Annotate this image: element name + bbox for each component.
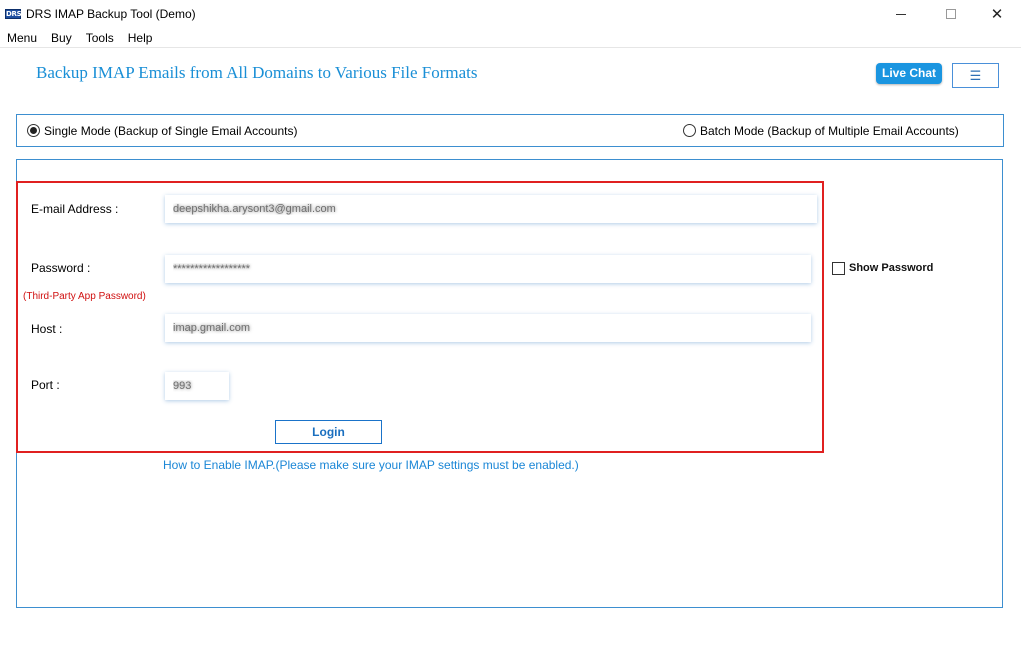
port-label: Port : — [31, 378, 60, 392]
menu-bar: Menu Buy Tools Help — [0, 29, 1021, 47]
app-password-note: (Third-Party App Password) — [23, 291, 146, 302]
menu-item-buy[interactable]: Buy — [44, 29, 79, 47]
batch-mode-label[interactable]: Batch Mode (Backup of Multiple Email Acc… — [700, 124, 959, 138]
port-field[interactable] — [165, 372, 229, 400]
hamburger-menu-button[interactable]: ☰ — [952, 63, 999, 88]
single-mode-radio[interactable] — [27, 124, 40, 137]
maximize-icon — [946, 9, 956, 19]
batch-mode-radio[interactable] — [683, 124, 696, 137]
app-logo-icon: DRS — [5, 9, 22, 19]
email-label: E-mail Address : — [31, 202, 119, 216]
password-field[interactable] — [165, 255, 811, 283]
menu-item-help[interactable]: Help — [121, 29, 160, 47]
show-password-label[interactable]: Show Password — [849, 262, 933, 274]
menu-item-menu[interactable]: Menu — [0, 29, 44, 47]
menu-item-tools[interactable]: Tools — [79, 29, 121, 47]
enable-imap-link[interactable]: How to Enable IMAP.(Please make sure you… — [163, 458, 579, 472]
page-title: Backup IMAP Emails from All Domains to V… — [36, 63, 478, 82]
menu-divider — [0, 47, 1021, 48]
login-button[interactable]: Login — [275, 420, 382, 444]
host-field[interactable] — [165, 314, 811, 342]
minimize-icon — [896, 13, 906, 15]
close-button[interactable]: ✕ — [974, 0, 1020, 28]
email-field[interactable] — [165, 195, 817, 223]
mode-selector-panel: Single Mode (Backup of Single Email Acco… — [16, 114, 1004, 147]
show-password-checkbox[interactable] — [832, 262, 845, 275]
host-label: Host : — [31, 322, 63, 336]
maximize-button[interactable] — [928, 0, 974, 28]
window-title: DRS IMAP Backup Tool (Demo) — [26, 7, 196, 21]
minimize-button[interactable] — [878, 0, 924, 28]
single-mode-label[interactable]: Single Mode (Backup of Single Email Acco… — [44, 124, 297, 138]
live-chat-button[interactable]: Live Chat — [876, 63, 942, 84]
hamburger-icon: ☰ — [969, 67, 982, 83]
close-icon: ✕ — [990, 6, 1004, 23]
title-bar: DRS DRS IMAP Backup Tool (Demo) ✕ — [0, 0, 1021, 28]
password-label: Password : — [31, 261, 91, 275]
